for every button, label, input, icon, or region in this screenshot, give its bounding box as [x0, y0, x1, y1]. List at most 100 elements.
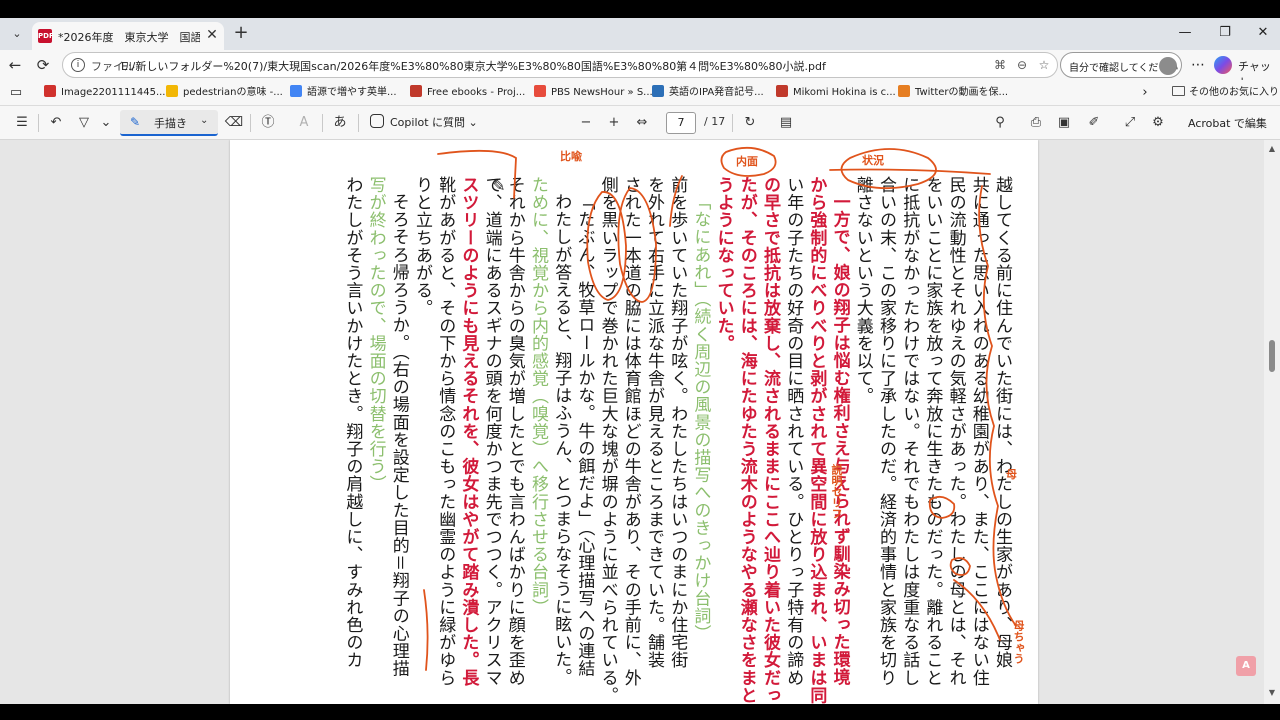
reload-button[interactable]: ⟳ [32, 54, 54, 76]
pdf-page[interactable]: 越してくる前に住んでいた街には、わたしの生家があり、母娘 共に通った思い入れのある… [230, 140, 1038, 704]
favorite-label: 語源で増やす英単... [307, 87, 397, 98]
save-as-icon[interactable]: ✐ [1084, 113, 1104, 133]
screen-top-black-strip [0, 0, 1280, 18]
print-icon[interactable]: ⎙ [1026, 113, 1046, 133]
translate-icon[interactable]: ⌘ [991, 56, 1009, 74]
favorite-item[interactable]: Twitterの動画を保... [898, 85, 1008, 101]
favorite-star-icon[interactable]: ☆ [1035, 56, 1053, 74]
favorite-site-icon [410, 85, 422, 97]
more-menu-button[interactable]: ⋯ [1188, 54, 1208, 76]
toolbar-divider [732, 114, 733, 132]
scroll-down-arrow-icon[interactable]: ▼ [1267, 688, 1277, 698]
save-icon[interactable]: ▣ [1054, 113, 1074, 133]
annotation-joukyou-label: 状況 [862, 154, 884, 167]
maximize-button[interactable]: ❐ [1210, 22, 1240, 44]
favorite-label: Mikomi Hokina is c... [793, 87, 896, 98]
toolbar-divider [38, 114, 39, 132]
site-info-icon[interactable]: i [71, 58, 85, 72]
pdf-file-icon: PDF [38, 29, 54, 43]
browser-navigation-bar: ← ⟳ i ファイル E:/新しいフォルダー%20(7)/東大現国scan/20… [0, 50, 1280, 89]
favorite-item[interactable]: PBS NewsHour » S... [534, 85, 653, 101]
favorite-item[interactable]: Image2201111445... [44, 85, 165, 101]
annotation-naimen-label: 内面 [736, 155, 758, 168]
favorite-site-icon [534, 85, 546, 97]
scrollbar-thumb[interactable] [1269, 340, 1275, 372]
zoom-in-button[interactable]: + [604, 113, 624, 133]
annotation-circle-joukyou [840, 148, 937, 190]
annotation-haha-chau-label: 母ちゃう [1012, 620, 1025, 664]
minimize-button[interactable]: — [1170, 22, 1200, 44]
annotation-curve-bottom [953, 579, 1001, 641]
favorite-label: Twitterの動画を保... [915, 87, 1009, 98]
tab-close-icon[interactable]: ✕ [204, 27, 220, 43]
favorites-overflow-chevron-icon[interactable]: › [1138, 85, 1152, 101]
pdf-toolbar: ☰ ↶ ▽ ⌄ ✎ 手描き ⌄ ⌫ Ⓣ A あ Copilot に質問 ⌄ − … [0, 106, 1280, 140]
copilot-icon [370, 114, 384, 128]
search-icon[interactable]: ⚲ [990, 113, 1010, 133]
undo-icon[interactable]: ↶ [46, 113, 66, 133]
favorites-menu-icon[interactable]: ▭ [6, 83, 26, 103]
copilot-logo-icon [1214, 56, 1232, 74]
favorite-label: 英語のIPA発音記号... [669, 87, 764, 98]
annotation-circle-haha [949, 557, 971, 576]
favorite-item[interactable]: Mikomi Hokina is c... [776, 85, 896, 101]
annotation-circle-shikata [928, 495, 956, 519]
fullscreen-icon[interactable]: ⤢ [1120, 113, 1140, 133]
settings-gear-icon[interactable]: ⚙ [1148, 113, 1168, 133]
highlight-icon[interactable]: ▽ [74, 113, 94, 133]
favorite-site-icon [166, 85, 178, 97]
ask-copilot-label: Copilot に質問 [390, 116, 466, 129]
page-number-input[interactable]: 7 [666, 112, 696, 134]
fit-width-icon[interactable]: ⇔ [632, 113, 652, 133]
new-tab-button[interactable]: + [230, 22, 252, 44]
annotation-underline-red [423, 589, 429, 671]
other-favorites-folder[interactable]: その他のお気に入り [1172, 85, 1279, 101]
favorite-item[interactable]: pedestrianの意味 -... [166, 85, 283, 101]
favorite-label: pedestrianの意味 -... [183, 87, 283, 98]
copilot-chat-button[interactable]: チャット [1214, 54, 1276, 89]
tab-pdf-document[interactable]: PDF *2026年度 東京大学 国語 第４問 小説.pdf ✕ [32, 22, 224, 50]
zoom-out-button[interactable]: − [576, 113, 596, 133]
ask-copilot-button[interactable]: Copilot に質問 ⌄ [370, 114, 478, 134]
text-size-icon[interactable]: A [294, 113, 314, 133]
favorite-item[interactable]: 英語のIPA発音記号... [652, 85, 764, 101]
pen-cursor-icon: ✎ [492, 176, 506, 195]
contents-list-icon[interactable]: ☰ [12, 113, 32, 133]
highlight-chevron-down-icon[interactable]: ⌄ [96, 113, 116, 133]
favorite-site-icon [44, 85, 56, 97]
favorite-item[interactable]: Free ebooks - Proj... [410, 85, 525, 101]
read-aloud-icon[interactable]: あ [330, 113, 350, 133]
pdf-viewer[interactable]: 越してくる前に住んでいた街には、わたしの生家があり、母娘 共に通った思い入れのある… [0, 140, 1280, 704]
handwritten-annotations-layer [423, 146, 1017, 671]
annotation-circle-naniare [617, 187, 657, 303]
draw-chevron-down-icon[interactable]: ⌄ [200, 115, 208, 126]
toolbar-divider [250, 114, 251, 132]
window-close-button[interactable]: ✕ [1248, 22, 1278, 44]
tab-actions-chevron-down-icon[interactable]: ⌄ [6, 24, 28, 44]
annotation-setsumei-serif-label: 説明セリフ [830, 464, 843, 519]
acrobat-edit-button[interactable]: Acrobat で編集 [1188, 115, 1267, 131]
address-bar[interactable]: i ファイル E:/新しいフォルダー%20(7)/東大現国scan/2026年度… [62, 52, 1058, 78]
folder-icon [1172, 86, 1185, 96]
favorite-item[interactable]: 語源で増やす英単... [290, 85, 397, 101]
url-text[interactable]: E:/新しいフォルダー%20(7)/東大現国scan/2026年度%E3%80%… [121, 58, 921, 74]
scroll-up-arrow-icon[interactable]: ▲ [1267, 144, 1277, 154]
vertical-scrollbar[interactable]: ▲ ▼ [1264, 140, 1280, 704]
annotation-line-top-right [829, 168, 991, 175]
add-text-icon[interactable]: Ⓣ [258, 113, 278, 133]
screen-bottom-black-strip [0, 704, 1280, 720]
favorite-label: Image2201111445... [61, 87, 166, 98]
draw-button[interactable]: ✎ 手描き ⌄ [120, 110, 218, 136]
back-button[interactable]: ← [4, 54, 26, 76]
avatar [1159, 57, 1177, 75]
page-view-icon[interactable]: ▤ [776, 113, 796, 133]
pen-draw-icon: ✎ [130, 115, 141, 129]
rotate-icon[interactable]: ↻ [740, 113, 760, 133]
acrobat-float-icon[interactable]: A [1236, 656, 1256, 676]
profile-verify-button[interactable]: 自分で確認してください [1060, 52, 1182, 78]
annotation-wavy-bracket-right [978, 185, 1017, 627]
other-favorites-label: その他のお気に入り [1189, 87, 1279, 98]
eraser-icon[interactable]: ⌫ [224, 113, 244, 133]
annotation-arrow-mid [669, 175, 683, 227]
zoom-icon[interactable]: ⊖ [1013, 56, 1031, 74]
